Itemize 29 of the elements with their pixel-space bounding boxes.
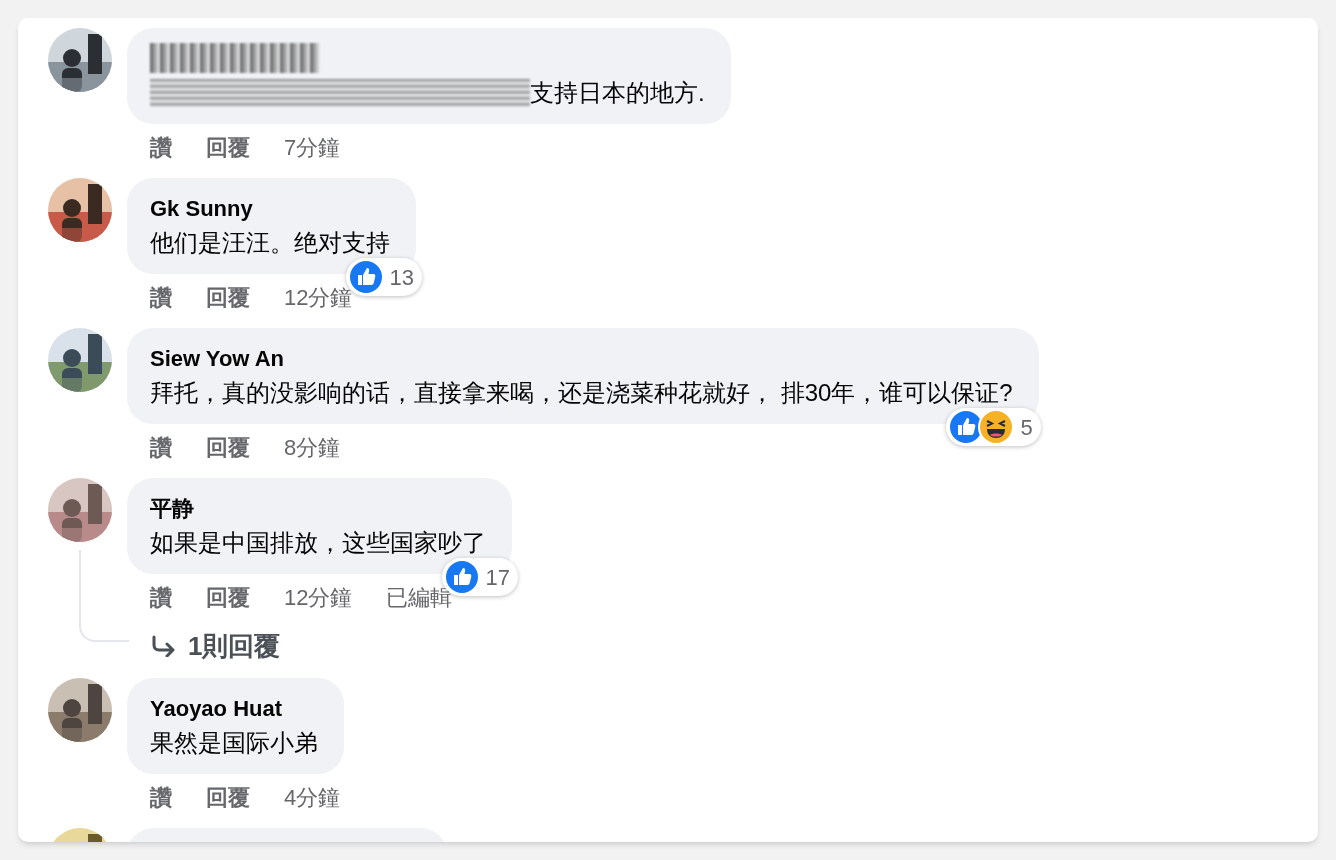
comment-text: 如果是中国排放，这些国家吵了 [150,528,486,558]
laughing-face-icon [978,409,1015,445]
like-link[interactable]: 讚 [150,280,172,314]
commenter-name[interactable]: Yaoyao Huat [150,691,283,725]
commenter-name[interactable]: Siew Yow An [150,341,285,375]
reply-link[interactable]: 回覆 [206,780,250,814]
commenter-name[interactable]: Gk Sunny [150,191,253,225]
reaction-count: 17 [485,563,510,592]
comment-text: 他们是汪汪。绝对支持 [150,228,390,258]
reply-link[interactable]: 回覆 [206,280,250,314]
commenter-name[interactable]: 平静 [150,491,194,525]
reaction-count: 5 [1020,413,1033,442]
timestamp[interactable]: 4分鐘 [284,780,341,814]
reaction-count: 13 [389,263,414,292]
like-link[interactable]: 讚 [150,430,172,464]
like-link[interactable]: 讚 [150,780,172,814]
timestamp[interactable]: 7分鐘 [284,130,341,164]
comment-text: 支持日本的地方. [530,78,705,108]
view-replies-link[interactable]: 1則回覆 [127,630,512,662]
like-link[interactable]: 讚 [150,580,172,614]
reaction-badge[interactable]: 5 [946,408,1041,446]
comment-text: 果然是国际小弟 [150,728,318,758]
timestamp[interactable]: 12分鐘 [284,580,353,614]
timestamp[interactable]: 8分鐘 [284,430,341,464]
reply-link[interactable]: 回覆 [206,430,250,464]
like-link[interactable]: 讚 [150,130,172,164]
reply-link[interactable]: 回覆 [206,130,250,164]
comment-text: 拜托，真的没影响的话，直接拿来喝，还是浇菜种花就好， 排30年，谁可以保证? [150,378,1013,408]
reply-link[interactable]: 回覆 [206,580,250,614]
